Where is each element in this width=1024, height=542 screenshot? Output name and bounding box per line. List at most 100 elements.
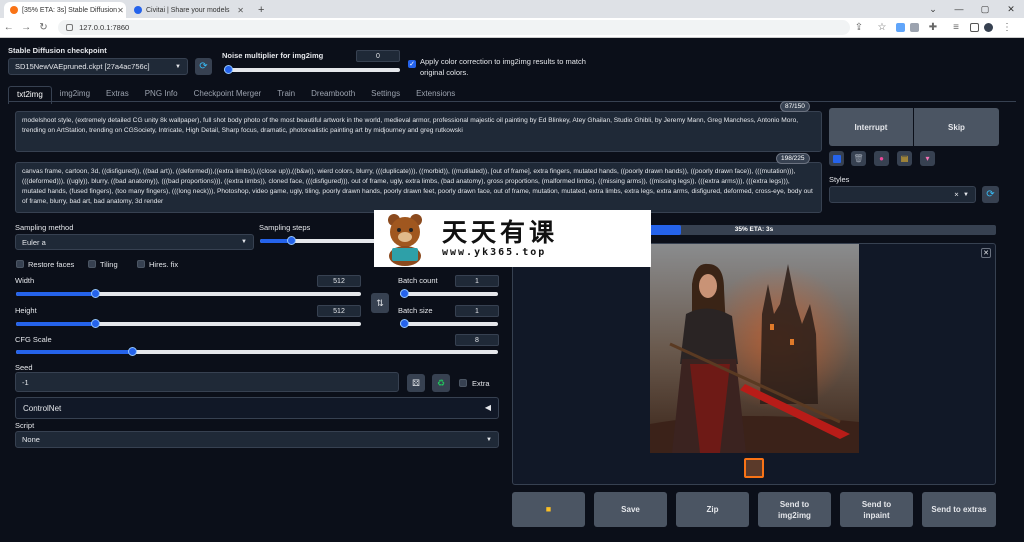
batch-count-input[interactable]: 1 [455,275,499,287]
slider-knob[interactable] [91,289,101,298]
chevron-down-icon[interactable]: ⌄ [920,4,946,15]
negative-prompt-textarea[interactable]: canvas frame, cartoon, 3d, ((disfigured)… [15,162,822,213]
style-apply-button[interactable]: ▤ [897,151,912,166]
hires-fix-label: Hires. fix [149,260,179,269]
noise-multiplier-input[interactable]: 0 [356,50,400,62]
address-bar-row: ← → ↻ 127.0.0.1:7860 ⇪ ☆ ✚ ≡ ⋮ [0,18,1024,38]
slider-fill [16,350,132,354]
webui-app: Stable Diffusion checkpoint SD15NewVAEpr… [0,38,1024,542]
minimize-icon[interactable]: — [946,4,972,14]
back-icon[interactable]: ← [0,22,17,33]
refresh-icon: ⟳ [986,189,995,200]
forward-icon[interactable]: → [17,22,34,33]
slider-knob[interactable] [127,347,137,356]
cfg-scale-input[interactable]: 8 [455,334,499,346]
bear-logo-icon [388,214,422,266]
restore-faces-checkbox[interactable] [16,260,24,268]
send-to-extras-button[interactable]: Send to extras [922,492,996,527]
browser-tab-civitai[interactable]: Civitai | Share your models ✕ [128,2,250,18]
more-icon[interactable]: ⋮ [998,22,1016,33]
refresh-styles-button[interactable]: ⟳ [982,186,999,203]
clipboard-icon: ▤ [900,154,909,163]
browser-tab-stable-diffusion[interactable]: [35% ETA: 3s] Stable Diffusion ✕ [4,2,126,18]
url-input[interactable]: 127.0.0.1:7860 [58,20,850,35]
read-params-button[interactable] [829,151,844,166]
extension-icon[interactable] [910,23,919,32]
tab-favicon-icon [134,6,142,14]
send-to-img2img-button[interactable]: Send to img2img [758,492,831,527]
clear-prompt-button[interactable]: 🗑 [851,151,866,166]
save-style-button[interactable]: ▾ [920,151,935,166]
prompt-textarea[interactable]: modelshoot style, (extremely detailed CG… [15,111,822,152]
swap-icon: ⇅ [376,297,384,308]
maximize-icon[interactable]: ▢ [972,4,998,15]
browser-tab-strip: [35% ETA: 3s] Stable Diffusion ✕ Civitai… [0,0,1024,18]
height-input[interactable]: 512 [317,305,361,317]
cfg-scale-slider[interactable] [16,347,498,356]
save-button[interactable]: Save [594,492,667,527]
checkpoint-select[interactable]: SD15NewVAEpruned.ckpt [27a4ac756c] ▼ [8,58,188,75]
refresh-checkpoint-button[interactable]: ⟳ [195,58,212,75]
gallery-thumbnail[interactable] [744,458,764,478]
zip-button[interactable]: Zip [676,492,749,527]
height-slider[interactable] [16,319,361,328]
batch-size-slider[interactable] [400,319,498,328]
close-icon[interactable]: ✕ [981,248,991,258]
width-slider[interactable] [16,289,361,298]
styles-label: Styles [829,175,850,184]
skip-button[interactable]: Skip [914,108,999,146]
new-tab-icon[interactable]: + [252,2,270,18]
tab-close-icon[interactable]: ✕ [117,6,124,15]
generated-image[interactable] [650,244,859,453]
slider-knob[interactable] [91,319,101,328]
sampling-method-label: Sampling method [15,223,74,232]
reuse-seed-button[interactable]: ♻ [432,374,450,392]
reload-icon[interactable]: ↻ [35,22,52,33]
tab-title: [35% ETA: 3s] Stable Diffusion [22,6,118,14]
controlnet-accordion[interactable]: ControlNet ◀ [15,397,499,419]
arrow-icon [832,154,841,163]
star-icon[interactable]: ☆ [873,22,891,33]
extension-icon[interactable] [896,23,905,32]
color-correction-label: Apply color correction to img2img result… [420,57,586,77]
interrupt-button[interactable]: Interrupt [829,108,913,146]
extra-seed-checkbox[interactable] [459,379,467,387]
seed-input[interactable]: -1 [15,372,399,392]
hires-fix-checkbox[interactable] [137,260,145,268]
batch-size-input[interactable]: 1 [455,305,499,317]
batch-count-label: Batch count [398,276,438,285]
slider-knob[interactable] [286,236,296,245]
tiling-checkbox[interactable] [88,260,96,268]
batch-count-slider[interactable] [400,289,498,298]
noise-multiplier-label: Noise multiplier for img2img [222,51,324,60]
window-controls: ⌄ — ▢ ✕ [920,0,1024,18]
noise-multiplier-slider[interactable] [224,65,400,74]
clear-icon[interactable]: ✕ [954,191,959,198]
menu-list-icon[interactable]: ≡ [947,22,965,33]
avatar-icon[interactable] [984,23,993,32]
swap-dimensions-button[interactable]: ⇅ [371,293,389,313]
script-select[interactable]: None ▼ [15,431,499,448]
extra-networks-button[interactable]: ● [874,151,889,166]
close-window-icon[interactable]: ✕ [998,4,1024,15]
width-label: Width [15,276,35,285]
sampling-method-select[interactable]: Euler a ▼ [15,234,254,250]
open-folder-button[interactable]: ■ [512,492,585,527]
puzzle-icon[interactable]: ✚ [924,22,942,33]
url-text: 127.0.0.1:7860 [79,23,130,32]
slider-knob[interactable] [224,65,233,74]
slider-knob[interactable] [400,319,409,328]
sampling-steps-label: Sampling steps [259,223,311,232]
random-seed-button[interactable]: ⚄ [407,374,425,392]
slider-knob[interactable] [400,289,409,298]
color-correction-checkbox[interactable]: ✓ [408,60,416,68]
chevron-down-icon: ▼ [241,239,247,245]
sidebar-icon[interactable] [970,23,979,32]
tab-close-icon[interactable]: ✕ [237,6,244,15]
styles-select[interactable]: ✕ ▼ [829,186,976,203]
tab-favicon-icon [10,6,18,14]
extra-seed-label: Extra [472,379,490,388]
send-to-inpaint-button[interactable]: Send to inpaint [840,492,913,527]
share-icon[interactable]: ⇪ [850,22,868,33]
width-input[interactable]: 512 [317,275,361,287]
